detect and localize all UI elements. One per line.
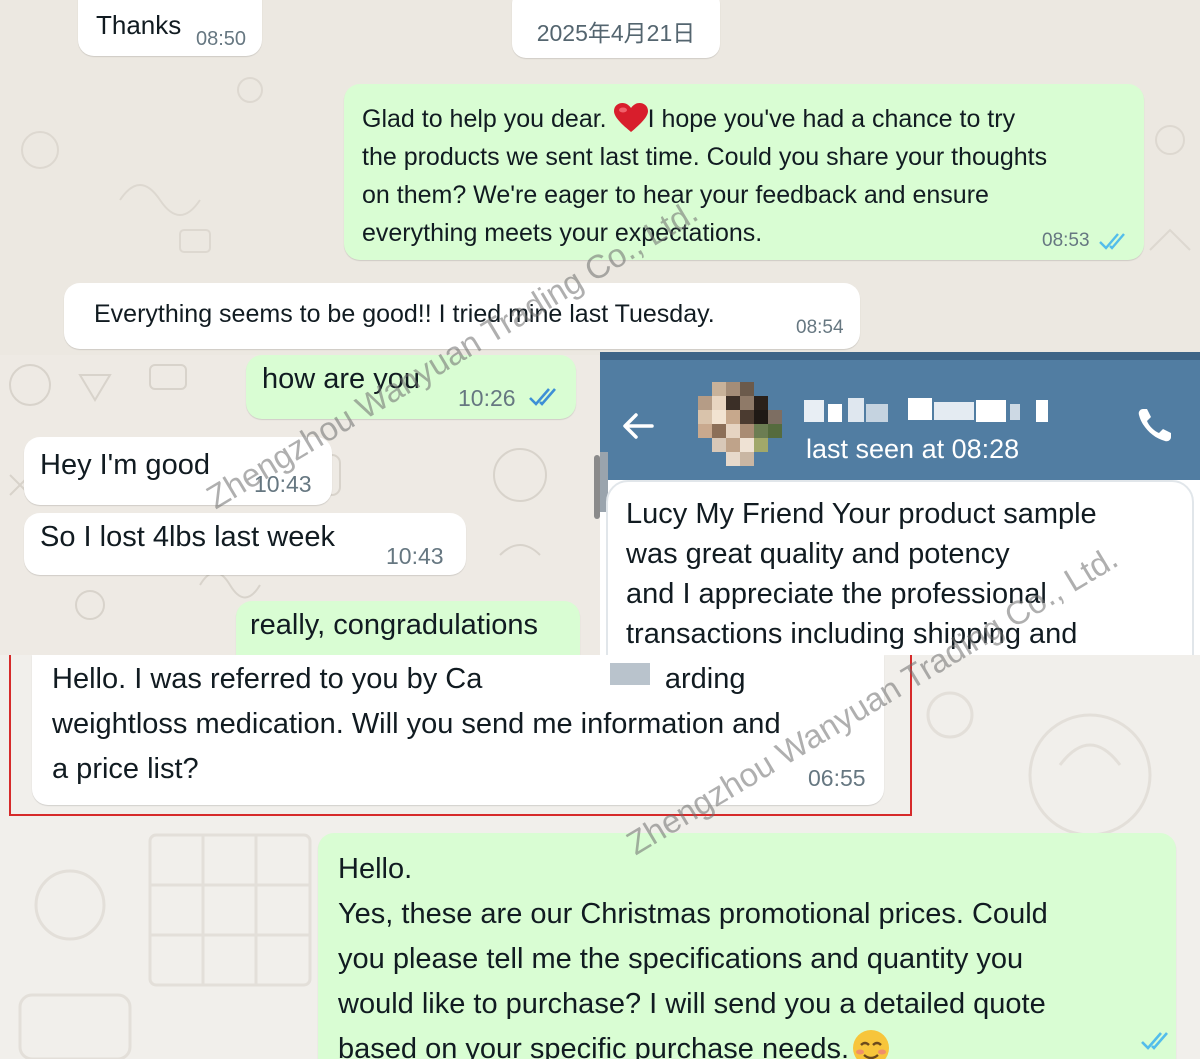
- chat-panel-top: Thanks 08:50 2025年4月21日 Glad to help you…: [0, 0, 1200, 355]
- telegram-chat-screenshot: last seen at 08:28 Lucy My Friend Your p…: [600, 352, 1200, 657]
- read-receipt-icon: [1099, 233, 1125, 250]
- message-text-body: Hello. Yes, these are our Christmas prom…: [338, 853, 1048, 1059]
- red-heart-icon: [613, 103, 648, 132]
- message-text: Hello. Yes, these are our Christmas prom…: [338, 847, 1178, 1059]
- back-arrow-icon[interactable]: [618, 406, 658, 446]
- message-time: 08:53: [1042, 230, 1090, 251]
- read-receipt-icon: [529, 388, 556, 406]
- message-text: how are you: [262, 363, 420, 395]
- message-text: Hey I'm good: [40, 449, 210, 481]
- date-label: 2025年4月21日: [536, 20, 696, 46]
- message-text-part-1: Glad to help you dear.: [362, 105, 614, 133]
- phone-call-icon[interactable]: [1134, 404, 1176, 446]
- message-text: Lucy My Friend Your product sample was g…: [626, 498, 1097, 650]
- telegram-header: last seen at 08:28: [600, 352, 1200, 480]
- highlight-annotation-box: [9, 655, 912, 816]
- read-receipt-icon: [1141, 1032, 1168, 1050]
- message-outgoing-glad[interactable]: Glad to help you dear. I hope you've had…: [344, 84, 1144, 260]
- message-time: 08:50: [196, 28, 247, 50]
- message-text: Glad to help you dear. I hope you've had…: [362, 100, 1142, 252]
- avatar-pixelated[interactable]: [698, 382, 782, 466]
- message-outgoing-promo-reply[interactable]: Hello. Yes, these are our Christmas prom…: [318, 833, 1176, 1059]
- message-text: Thanks: [96, 10, 182, 40]
- message-text: So I lost 4lbs last week: [40, 521, 335, 553]
- message-incoming-hey[interactable]: Hey I'm good 10:43: [24, 437, 332, 505]
- message-outgoing-congratulations[interactable]: really, congradulations: [236, 601, 580, 655]
- message-text: Everything seems to be good!! I tried mi…: [94, 300, 715, 328]
- message-incoming-everything[interactable]: Everything seems to be good!! I tried mi…: [64, 283, 860, 349]
- message-time: 10:43: [386, 543, 444, 569]
- chat-panel-middle: how are you 10:26 Hey I'm good 10:43 So …: [0, 355, 600, 655]
- message-incoming-thanks[interactable]: Thanks 08:50: [78, 0, 262, 56]
- message-incoming-feedback[interactable]: Lucy My Friend Your product sample was g…: [606, 480, 1194, 657]
- message-incoming-lost-weight[interactable]: So I lost 4lbs last week 10:43: [24, 513, 466, 575]
- message-text: really, congradulations: [250, 609, 539, 641]
- chat-panel-bottom: Hello. I was referred to you by Cas, reg…: [0, 655, 1200, 1059]
- message-time: 10:26: [458, 385, 516, 411]
- date-separator-chip: 2025年4月21日: [512, 0, 720, 58]
- message-outgoing-how-are-you[interactable]: how are you 10:26: [246, 355, 576, 419]
- contact-name-redacted: [804, 398, 1048, 422]
- status-bar: [600, 352, 1200, 360]
- message-time: 10:43: [254, 471, 312, 497]
- smiling-face-emoji-icon: [853, 1030, 890, 1059]
- last-seen-status: last seen at 08:28: [806, 434, 1020, 464]
- message-time: 08:54: [796, 317, 844, 338]
